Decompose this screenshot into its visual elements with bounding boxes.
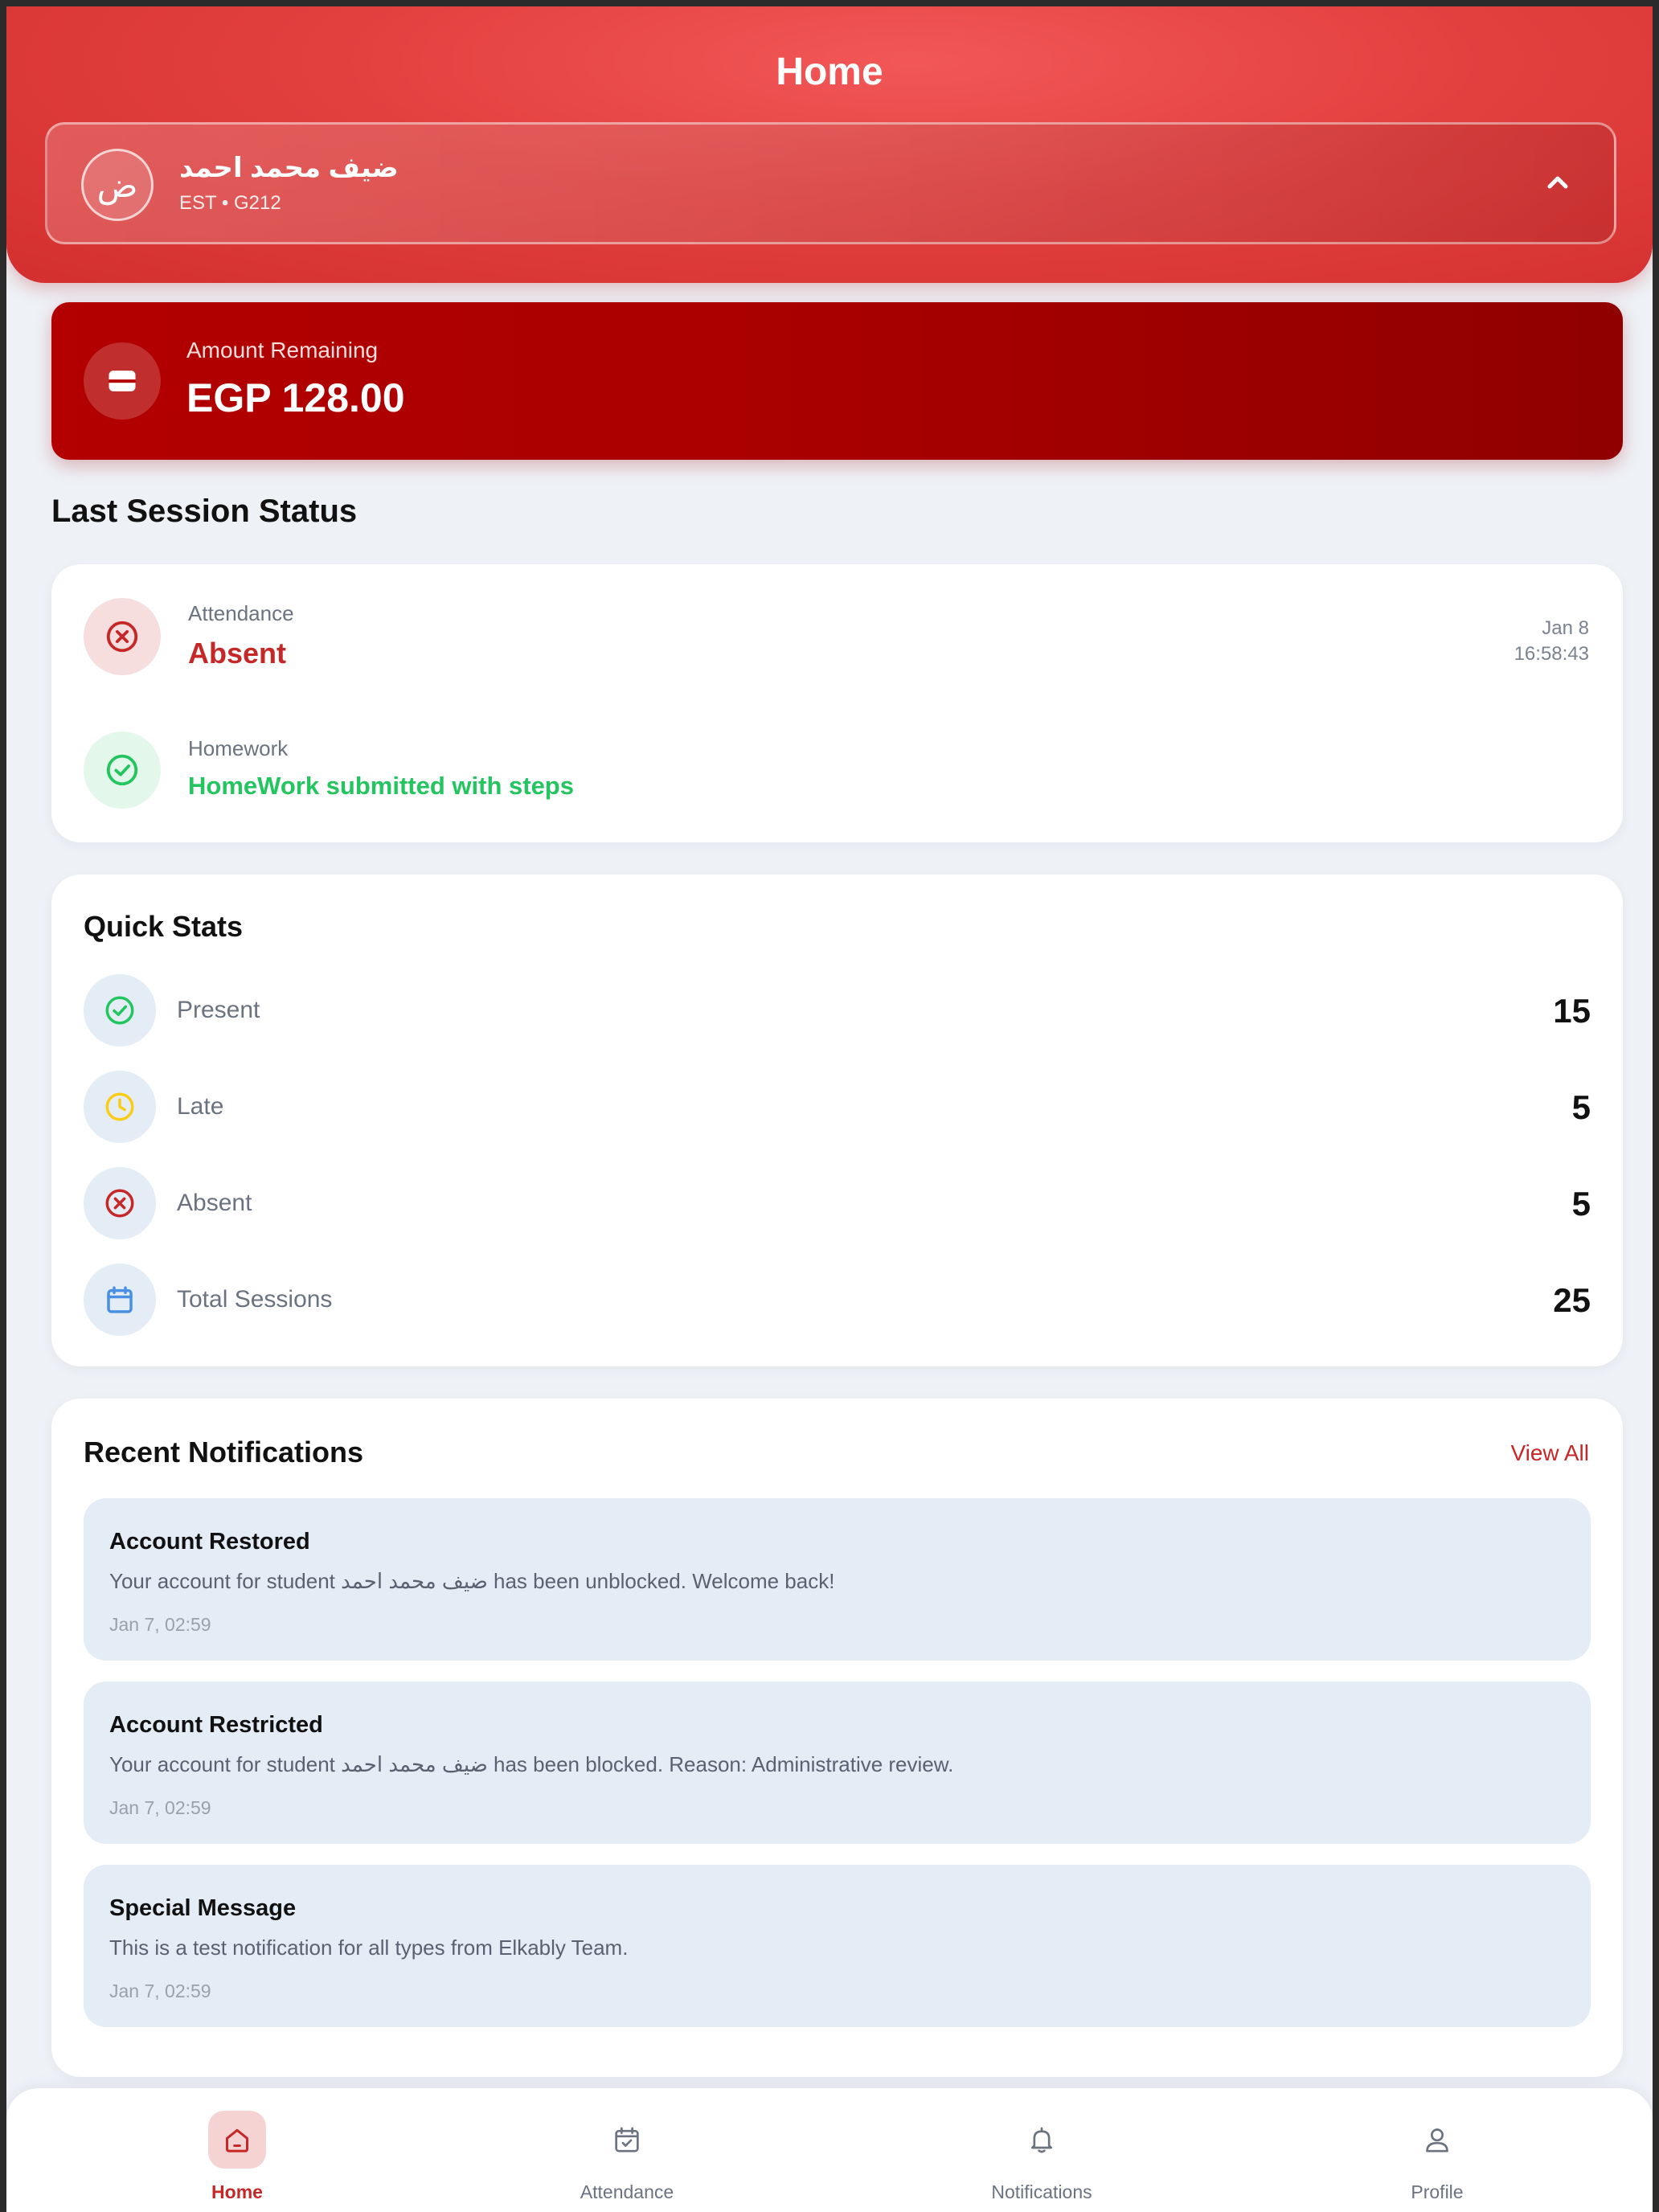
notification-title: Account Restored	[109, 1529, 310, 1555]
amount-value: EGP 128.00	[186, 375, 405, 420]
x-circle-icon	[84, 598, 161, 675]
stat-label: Total Sessions	[177, 1286, 333, 1313]
stat-label: Absent	[177, 1190, 252, 1216]
nav-item-notifications[interactable]: Notifications	[945, 2111, 1138, 2207]
quick-stats-title: Quick Stats	[84, 910, 244, 943]
stat-label: Late	[177, 1093, 224, 1120]
student-selector[interactable]: ض ضيف محمد احمد EST • G212	[45, 122, 1616, 244]
home-icon	[208, 2111, 266, 2169]
last-session-card: Attendance Absent Jan 8 16:58:43 Homewor…	[51, 564, 1623, 842]
stat-row-late: Late 5	[84, 1071, 1591, 1143]
stat-value: 25	[1553, 1281, 1591, 1319]
view-all-link[interactable]: View All	[1510, 1440, 1589, 1466]
amount-label: Amount Remaining	[186, 338, 379, 363]
wallet-icon	[84, 342, 161, 420]
nav-item-home[interactable]: Home	[141, 2111, 334, 2207]
notification-item[interactable]: Account Restricted Your account for stud…	[84, 1682, 1591, 1844]
notification-body: Your account for student ضيف محمد احمد h…	[109, 1752, 954, 1776]
attendance-status: Absent	[188, 637, 287, 670]
session-time: 16:58:43	[1514, 643, 1589, 665]
notification-time: Jan 7, 02:59	[109, 1614, 211, 1635]
check-circle-icon	[84, 731, 161, 809]
notification-title: Special Message	[109, 1895, 297, 1921]
check-circle-icon	[84, 974, 156, 1047]
notification-body: This is a test notification for all type…	[109, 1936, 629, 1960]
notification-item[interactable]: Special Message This is a test notificat…	[84, 1865, 1591, 2027]
quick-stats-card: Quick Stats Present 15 Late 5 Absent 5 T…	[51, 875, 1623, 1366]
header: Home ض ضيف محمد احمد EST • G212	[6, 6, 1653, 283]
session-timestamp: Jan 8 16:58:43	[1514, 616, 1589, 667]
session-date: Jan 8	[1542, 617, 1589, 639]
calendar-icon	[84, 1264, 156, 1336]
notification-item[interactable]: Account Restored Your account for studen…	[84, 1498, 1591, 1661]
attendance-label: Attendance	[188, 601, 294, 625]
nav-label: Notifications	[991, 2181, 1092, 2202]
bell-icon	[1013, 2111, 1071, 2169]
student-name: ضيف محمد احمد	[179, 153, 399, 183]
stat-value: 5	[1571, 1185, 1591, 1223]
student-meta: EST • G212	[179, 192, 281, 214]
user-icon	[1408, 2111, 1466, 2169]
nav-label: Home	[211, 2181, 263, 2202]
stat-row-total-sessions: Total Sessions 25	[84, 1264, 1591, 1336]
nav-item-attendance[interactable]: Attendance	[530, 2111, 723, 2207]
stat-row-absent: Absent 5	[84, 1167, 1591, 1239]
amount-remaining-card: Amount Remaining EGP 128.00	[51, 302, 1623, 460]
notification-title: Account Restricted	[109, 1712, 323, 1738]
nav-item-profile[interactable]: Profile	[1341, 2111, 1534, 2207]
recent-notifications-card: Recent Notifications View All Account Re…	[51, 1399, 1623, 2077]
avatar: ض	[81, 149, 154, 221]
nav-label: Attendance	[580, 2181, 674, 2202]
app-screen: Home ض ضيف محمد احمد EST • G212 Amount R…	[0, 0, 1659, 2212]
calendar-check-icon	[598, 2111, 656, 2169]
last-session-title: Last Session Status	[51, 494, 358, 529]
stat-value: 5	[1571, 1088, 1591, 1126]
notification-time: Jan 7, 02:59	[109, 1797, 211, 1818]
x-circle-icon	[84, 1167, 156, 1239]
homework-label: Homework	[188, 736, 289, 760]
homework-status: HomeWork submitted with steps	[188, 772, 574, 800]
stat-label: Present	[177, 997, 260, 1023]
clock-icon	[84, 1071, 156, 1143]
chevron-up-icon[interactable]	[1542, 166, 1574, 199]
stat-row-present: Present 15	[84, 974, 1591, 1047]
notification-time: Jan 7, 02:59	[109, 1981, 211, 2001]
notifications-title: Recent Notifications	[84, 1436, 364, 1469]
stat-value: 15	[1553, 992, 1591, 1030]
page-title: Home	[776, 51, 883, 93]
nav-label: Profile	[1411, 2181, 1464, 2202]
notification-body: Your account for student ضيف محمد احمد h…	[109, 1569, 835, 1593]
bottom-navigation: Home Attendance Notifications Profile	[6, 2088, 1653, 2212]
